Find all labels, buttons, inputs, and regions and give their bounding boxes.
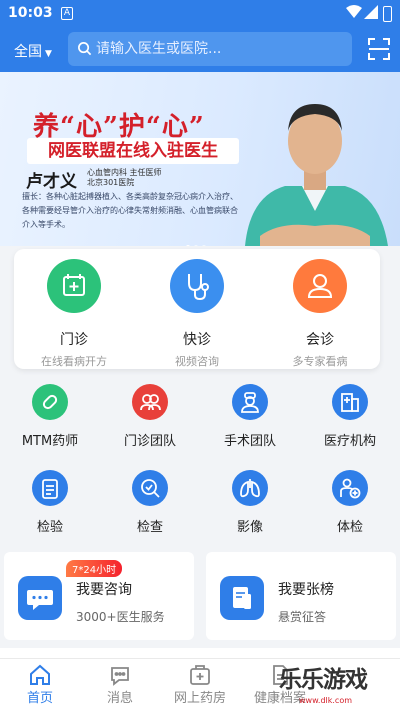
home-icon: [30, 664, 50, 685]
lungs-icon: [232, 470, 268, 506]
grid-item-clinic-team[interactable]: 门诊团队: [105, 384, 195, 449]
service-subtitle: 在线看病开方: [41, 355, 107, 368]
bounty-title: 我要张榜: [278, 582, 334, 598]
grid-label: 影像: [236, 520, 263, 535]
person-plus-icon: [332, 470, 368, 506]
caret-down-icon: ▼: [45, 49, 52, 59]
bounty-card[interactable]: 我要张榜 悬赏征答: [206, 552, 396, 640]
service-title: 门诊: [60, 332, 88, 348]
surgeon-icon: [232, 384, 268, 420]
search-input[interactable]: [96, 38, 336, 60]
grid-label: 体检: [336, 520, 363, 535]
grid-item-institution[interactable]: 医疗机构: [305, 384, 395, 449]
grid-label: 门诊团队: [123, 434, 176, 449]
tab-label: 网上药房: [173, 691, 226, 706]
scan-icon[interactable]: [368, 38, 390, 60]
main-services-card: 门诊 在线看病开方 快诊 视频咨询 会诊 多专家看病: [14, 249, 380, 369]
grid-item-surgery-team[interactable]: 手术团队: [205, 384, 295, 449]
battery-icon: [383, 6, 392, 22]
grid-label: 手术团队: [223, 434, 276, 449]
service-subtitle: 视频咨询: [175, 355, 219, 368]
team-icon: [132, 384, 168, 420]
bounty-subtitle: 悬赏征答: [278, 610, 327, 624]
consult-subtitle: 3000+医生服务: [76, 610, 165, 624]
tab-pharmacy[interactable]: 网上药房: [165, 663, 235, 706]
chat-bubble-icon: [18, 576, 62, 620]
tab-messages[interactable]: 消息: [85, 663, 155, 706]
doctor-hospital: 北京301医院: [87, 178, 135, 187]
grid-item-mtm[interactable]: MTM药师: [5, 384, 95, 449]
wifi-icon: [346, 5, 362, 18]
calendar-plus-icon: [47, 259, 101, 313]
grid-label: 检验: [36, 520, 63, 535]
doctor-description: 擅长：各种心脏起搏器植入、各类高龄复杂冠心病介入治疗、各种需要经导管介入治疗的心…: [22, 192, 238, 229]
service-title: 快诊: [183, 332, 211, 348]
magnifier-icon: [132, 470, 168, 506]
region-selector[interactable]: 全国 ▼: [14, 41, 52, 61]
pharmacy-icon: [190, 665, 210, 685]
pill-icon: [32, 384, 68, 420]
status-bar: 10:03 A: [0, 0, 400, 28]
signal-icon: [364, 5, 378, 19]
grid-item-checkup[interactable]: 体检: [305, 470, 395, 535]
hours-badge: 7*24小时: [66, 560, 123, 577]
watermark-brand: 乐乐游戏: [279, 667, 368, 693]
promo-banner[interactable]: 养“心”护“心” 网医联盟在线入驻医生 卢才义 心血管内科 主任医师 北京301…: [0, 72, 400, 246]
doctor-title: 心血管内科 主任医师: [87, 168, 162, 177]
hospital-icon: [332, 384, 368, 420]
service-clinic[interactable]: 门诊 在线看病开方: [24, 259, 124, 369]
grid-item-exam[interactable]: 检查: [105, 470, 195, 535]
grid-item-imaging[interactable]: 影像: [205, 470, 295, 535]
tab-label: 首页: [26, 691, 53, 706]
grid-label: 检查: [136, 520, 163, 535]
service-subtitle: 多专家看病: [292, 355, 348, 368]
search-icon: [78, 42, 92, 56]
service-title: 会诊: [306, 332, 334, 348]
grid-item-lab-test[interactable]: 检验: [5, 470, 95, 535]
doctor-photo: [245, 104, 388, 246]
search-header: 全国 ▼: [0, 28, 400, 72]
tab-label: 消息: [106, 691, 133, 706]
consult-title: 我要咨询: [76, 582, 132, 598]
notification-icon: A: [61, 7, 73, 20]
doctor-role: 心血管内科 主任医师 北京301医院: [87, 168, 162, 188]
document-icon: [220, 576, 264, 620]
doctor-name: 卢才义: [26, 172, 77, 192]
service-quick[interactable]: 快诊 视频咨询: [147, 259, 247, 369]
search-box[interactable]: [68, 32, 352, 66]
grid-label: 医疗机构: [323, 434, 376, 449]
site-watermark: 乐乐游戏 www.dlk.com: [275, 656, 400, 711]
group-icon: [293, 259, 347, 313]
consult-card[interactable]: 7*24小时 我要咨询 3000+医生服务: [4, 552, 194, 640]
service-consultation[interactable]: 会诊 多专家看病: [270, 259, 370, 369]
banner-subtitle: 网医联盟在线入驻医生: [27, 138, 239, 164]
banner-dots: [186, 234, 210, 246]
message-icon: [111, 667, 129, 686]
region-label: 全国: [14, 44, 42, 60]
status-time: 10:03: [8, 5, 53, 21]
tab-home[interactable]: 首页: [5, 663, 75, 706]
stethoscope-icon: [170, 259, 224, 313]
clipboard-icon: [32, 470, 68, 506]
grid-label: MTM药师: [21, 434, 79, 449]
watermark-url: www.dlk.com: [299, 696, 352, 705]
